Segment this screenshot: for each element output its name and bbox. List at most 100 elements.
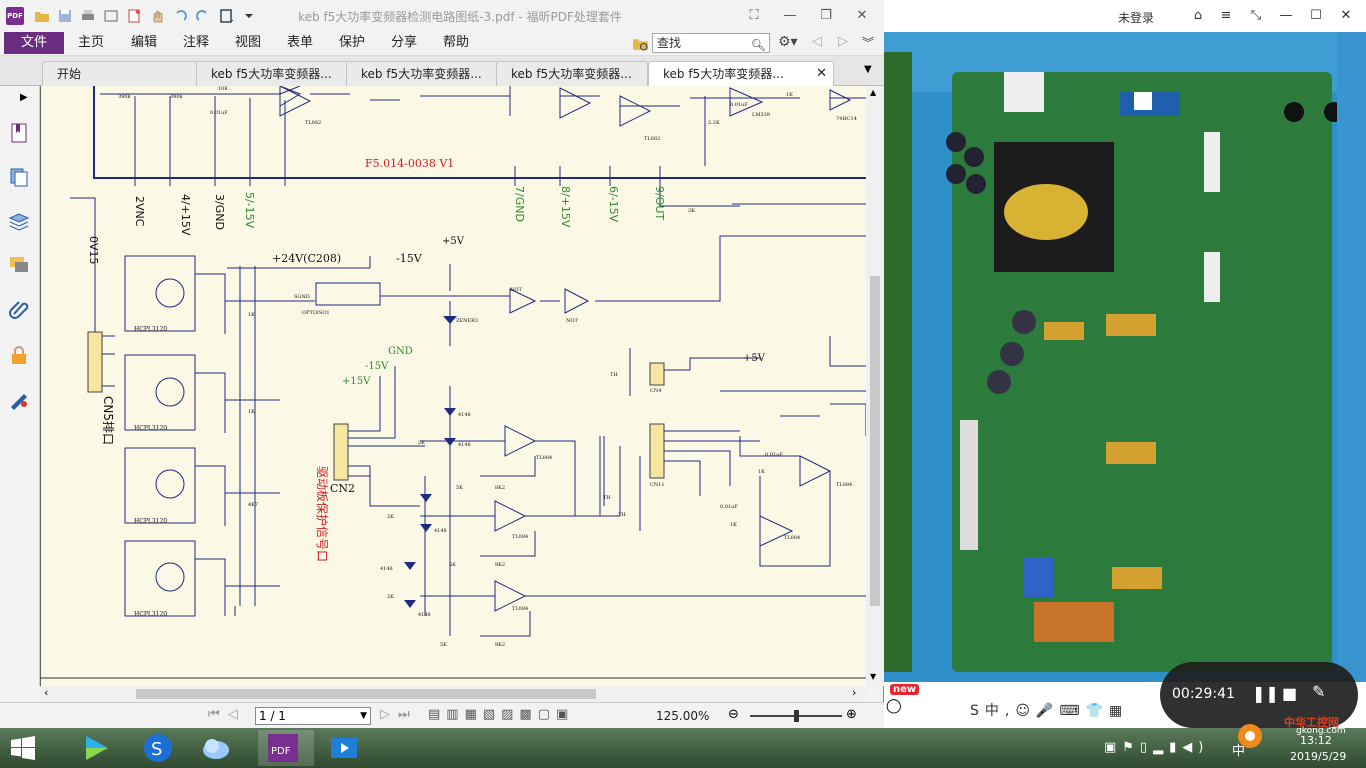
- menu-form[interactable]: 表单: [287, 32, 313, 54]
- tab-doc-3[interactable]: keb f5大功率变频器...: [496, 61, 648, 86]
- menu-home[interactable]: 主页: [78, 32, 104, 54]
- page-number-field[interactable]: 1 / 1 ▼: [255, 707, 371, 725]
- pdf-page-view[interactable]: F5.014-0038 V1 +24V(C208) -15V +5V GND +…: [40, 86, 866, 686]
- close-button[interactable]: ✕: [852, 6, 872, 26]
- part-tl084-5: TL084: [784, 535, 800, 541]
- tab-label: keb f5大功率变频器...: [361, 67, 482, 81]
- menu-comment[interactable]: 注释: [183, 32, 209, 54]
- layers-icon[interactable]: [8, 210, 30, 232]
- security-lock-icon[interactable]: [8, 344, 30, 366]
- page-nav-next-last-icons[interactable]: ▷⏭: [380, 707, 418, 722]
- bookmark-icon[interactable]: [8, 122, 30, 144]
- view-mode-icons[interactable]: ▤▥▦▧▨▩▢▣: [428, 707, 574, 722]
- taskbar-video-player-icon[interactable]: [78, 730, 116, 766]
- maximize-icon[interactable]: ☐: [1308, 8, 1324, 24]
- part-cn11: CN11: [650, 482, 665, 488]
- zoom-out-icon[interactable]: ⊖: [728, 707, 739, 722]
- find-folder-icon[interactable]: [632, 35, 649, 52]
- prev-result-icon[interactable]: ◁: [812, 34, 822, 49]
- minimize-icon[interactable]: —: [1278, 8, 1294, 24]
- comments-icon[interactable]: [8, 254, 30, 276]
- scroll-left-icon[interactable]: ‹: [44, 686, 48, 699]
- menu-protect[interactable]: 保护: [339, 32, 365, 54]
- shrink-icon[interactable]: ⤡: [1248, 8, 1264, 24]
- vertical-scroll-thumb[interactable]: [870, 276, 880, 606]
- tab-doc-2[interactable]: keb f5大功率变频器...: [346, 61, 498, 86]
- part-tl084-3: TL084: [512, 606, 528, 612]
- zoom-in-icon[interactable]: ⊕: [846, 707, 857, 722]
- res-10k: 10K: [218, 86, 228, 92]
- tab-doc-4-active[interactable]: keb f5大功率变频器... ✕: [648, 61, 834, 86]
- pause-icon[interactable]: ❚❚: [1252, 684, 1279, 703]
- pages-icon[interactable]: [8, 166, 30, 188]
- tab-doc-1[interactable]: keb f5大功率变频器...: [196, 61, 348, 86]
- tray-icons[interactable]: ▣⚑▯▂▮◀): [1104, 740, 1209, 755]
- taskbar-weather-icon[interactable]: [198, 730, 236, 766]
- signature-icon[interactable]: [8, 388, 30, 410]
- tab-start[interactable]: 开始: [42, 61, 198, 86]
- taskbar-sogou-icon[interactable]: S: [140, 730, 178, 766]
- taskbar-foxit-pdf-icon[interactable]: PDF: [258, 730, 314, 766]
- scroll-down-icon[interactable]: ▼: [870, 672, 876, 681]
- vertical-scrollbar[interactable]: ▲ ▼: [866, 86, 884, 686]
- board-frame: [93, 86, 866, 179]
- windows-start-icon[interactable]: [10, 736, 36, 760]
- scroll-right-icon[interactable]: ›: [852, 686, 856, 699]
- sgnd-label: SGND: [294, 294, 310, 300]
- taskbar-recorder-icon[interactable]: [326, 730, 364, 766]
- menu-view[interactable]: 视图: [235, 32, 261, 54]
- login-link[interactable]: 未登录: [1118, 9, 1154, 26]
- fullscreen-icon[interactable]: ⛶: [744, 6, 764, 26]
- close-tab-icon[interactable]: ✕: [816, 62, 827, 86]
- save-icon[interactable]: [57, 8, 73, 24]
- pcb-photo-image: [884, 32, 1366, 682]
- new-doc-icon[interactable]: [126, 8, 142, 24]
- menu-file[interactable]: 文件: [4, 32, 64, 54]
- collapse-ribbon-icon[interactable]: ︾: [862, 34, 874, 51]
- open-folder-icon[interactable]: [34, 8, 50, 24]
- undo-icon[interactable]: [172, 8, 188, 24]
- search-input[interactable]: 查找 🔍︎: [652, 33, 770, 53]
- menu-edit[interactable]: 编辑: [131, 32, 157, 54]
- menu-help[interactable]: 帮助: [443, 32, 469, 54]
- connector-cn5: [87, 331, 103, 393]
- pen-icon[interactable]: ✎: [1312, 682, 1325, 701]
- horizontal-scrollbar[interactable]: ‹ ›: [40, 686, 866, 702]
- print-icon[interactable]: [80, 8, 96, 24]
- horizontal-scroll-thumb[interactable]: [136, 689, 596, 699]
- hand-tool-icon[interactable]: [149, 8, 165, 24]
- skin-icon[interactable]: ⌂: [1190, 8, 1206, 24]
- menu-bar: 文件 主页 编辑 注释 视图 表单 保护 分享 帮助 查找 🔍︎ ⚙▾ ◁ ▷ ︾: [0, 32, 884, 56]
- board-id-label: F5.014-0038 V1: [365, 157, 454, 170]
- expand-panel-icon[interactable]: ▶: [20, 92, 28, 103]
- search-icon[interactable]: 🔍︎: [751, 36, 766, 54]
- ime-toolbar-icons[interactable]: S中,☺🎤⌨👕▦: [970, 700, 1128, 720]
- part-tl084-2: TL084: [512, 534, 528, 540]
- res-4k7: 4K7: [248, 502, 258, 508]
- cap-001uf-b: 0.01uF: [730, 102, 748, 108]
- scroll-up-icon[interactable]: ▲: [870, 88, 876, 97]
- tab-list-chevron-icon[interactable]: ▼: [864, 64, 872, 75]
- part-tl084-1: TL084: [536, 455, 552, 461]
- net-5-neg15v: 5/-15V: [243, 192, 256, 229]
- zoom-slider-knob[interactable]: [794, 710, 799, 722]
- restore-button[interactable]: ❐: [816, 6, 836, 26]
- next-result-icon[interactable]: ▷: [838, 34, 848, 49]
- close-icon[interactable]: ✕: [1338, 8, 1354, 24]
- customize-icon[interactable]: [218, 8, 234, 24]
- minimize-button[interactable]: —: [780, 6, 800, 26]
- scan-icon[interactable]: [103, 8, 119, 24]
- page-nav-first-prev-icons[interactable]: ⏮◁: [208, 707, 246, 722]
- menu-share[interactable]: 分享: [391, 32, 417, 54]
- clock-date[interactable]: 2019/5/29: [1290, 750, 1346, 763]
- redo-icon[interactable]: [195, 8, 211, 24]
- top-opamps: [279, 86, 852, 127]
- page-dropdown-icon[interactable]: ▼: [360, 708, 367, 724]
- zoom-level[interactable]: 125.00%: [656, 709, 709, 723]
- back-icon[interactable]: ◯: [886, 698, 902, 714]
- attachment-icon[interactable]: [8, 298, 30, 320]
- stop-icon[interactable]: ■: [1282, 684, 1297, 703]
- menu-icon[interactable]: ≡: [1218, 8, 1234, 24]
- settings-gear-icon[interactable]: ⚙▾: [778, 34, 798, 50]
- gate-not-2: NOT: [566, 318, 578, 324]
